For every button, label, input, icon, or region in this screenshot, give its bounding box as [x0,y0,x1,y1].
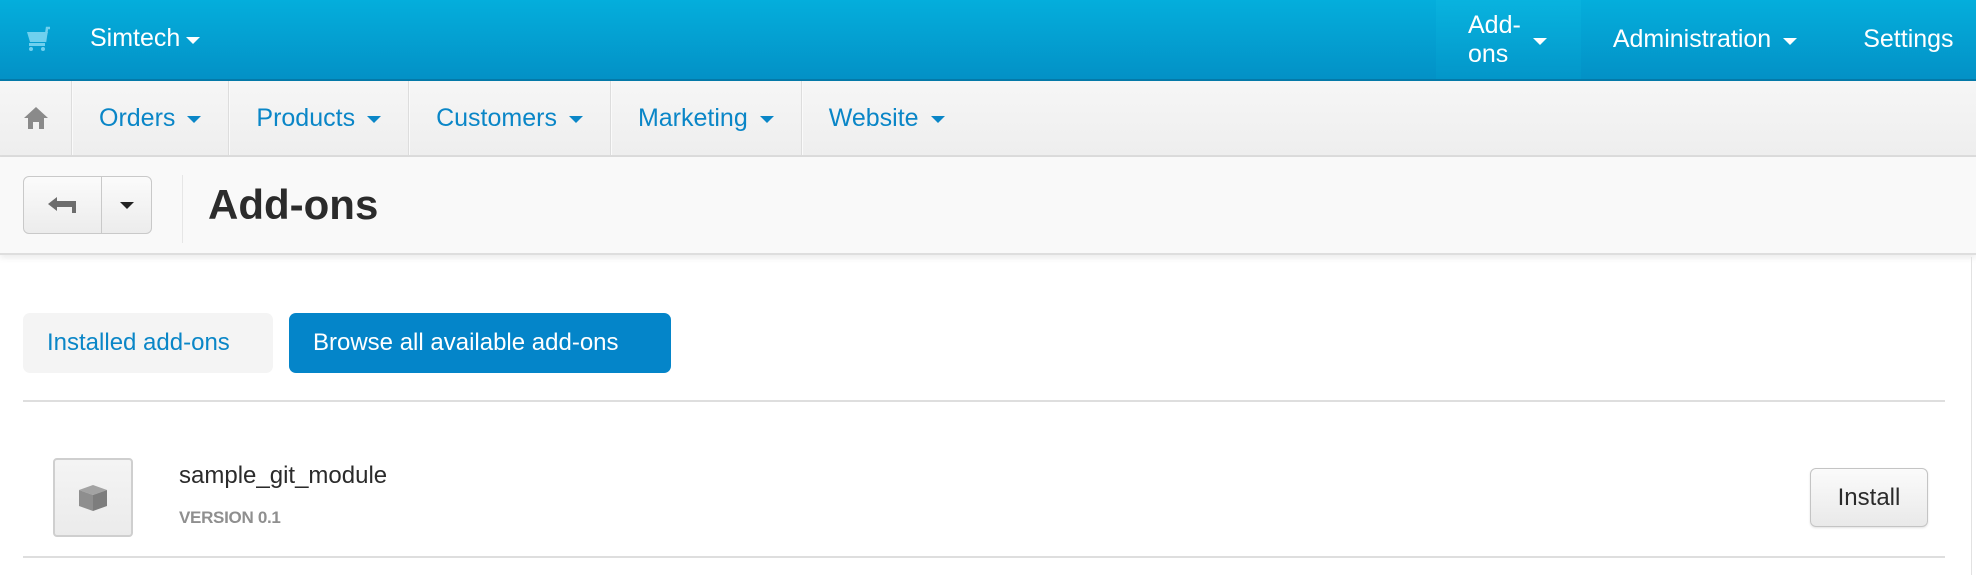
cart-icon[interactable] [22,26,50,52]
chevron-down-icon [930,116,945,123]
divider [23,556,1945,558]
addon-version: VERSION 0.1 [179,508,281,527]
menu-marketing-label: Marketing [637,103,748,132]
top-nav: Add-ons Administration Settings [1436,0,1976,79]
menu-orders[interactable]: Orders [72,81,230,155]
home-icon [23,107,48,129]
menu-website[interactable]: Website [801,81,972,155]
addon-name[interactable]: sample_git_module [179,462,387,490]
page-toolbar: Add-ons [0,157,1976,255]
chevron-down-icon [186,36,201,44]
tab-installed-addons[interactable]: Installed add-ons [23,313,273,373]
caret-down-icon [119,201,134,209]
menu-customers[interactable]: Customers [409,81,611,155]
chevron-down-icon [1783,37,1798,45]
chevron-down-icon [187,116,202,123]
topnav-administration[interactable]: Administration [1581,0,1831,79]
menu-marketing[interactable]: Marketing [610,81,802,155]
chevron-down-icon [759,116,774,123]
home-button[interactable] [0,81,72,155]
addon-thumbnail [53,458,133,537]
back-arrow-icon [47,197,76,213]
back-button[interactable] [24,177,102,233]
main-menu: Orders Products Customers Marketing Webs… [0,81,1976,157]
topnav-addons[interactable]: Add-ons [1436,0,1581,79]
topnav-settings-label: Settings [1863,25,1954,53]
tab-browse-addons[interactable]: Browse all available add-ons [289,313,671,373]
content-border [1971,257,1972,575]
back-dropdown-button[interactable] [102,177,151,233]
menu-products-label: Products [256,103,356,132]
menu-website-label: Website [828,103,919,132]
addon-tabs: Installed add-ons Browse all available a… [23,313,671,373]
chevron-down-icon [1532,37,1547,45]
cube-icon [79,484,107,511]
toolbar-separator [182,175,183,243]
topnav-administration-label: Administration [1612,25,1772,53]
store-switcher[interactable]: Simtech [90,24,201,53]
top-bar: Simtech Add-ons Administration Settings [0,0,1976,81]
page-title: Add-ons [208,181,379,228]
install-button[interactable]: Install [1810,468,1928,527]
store-name: Simtech [90,24,181,52]
menu-orders-label: Orders [99,103,176,132]
topnav-settings[interactable]: Settings [1831,0,1976,79]
back-button-group [23,176,152,234]
topnav-addons-label: Add-ons [1468,10,1521,68]
menu-products[interactable]: Products [229,81,410,155]
divider [23,400,1945,402]
chevron-down-icon [568,116,583,123]
chevron-down-icon [367,116,382,123]
menu-customers-label: Customers [436,103,557,132]
